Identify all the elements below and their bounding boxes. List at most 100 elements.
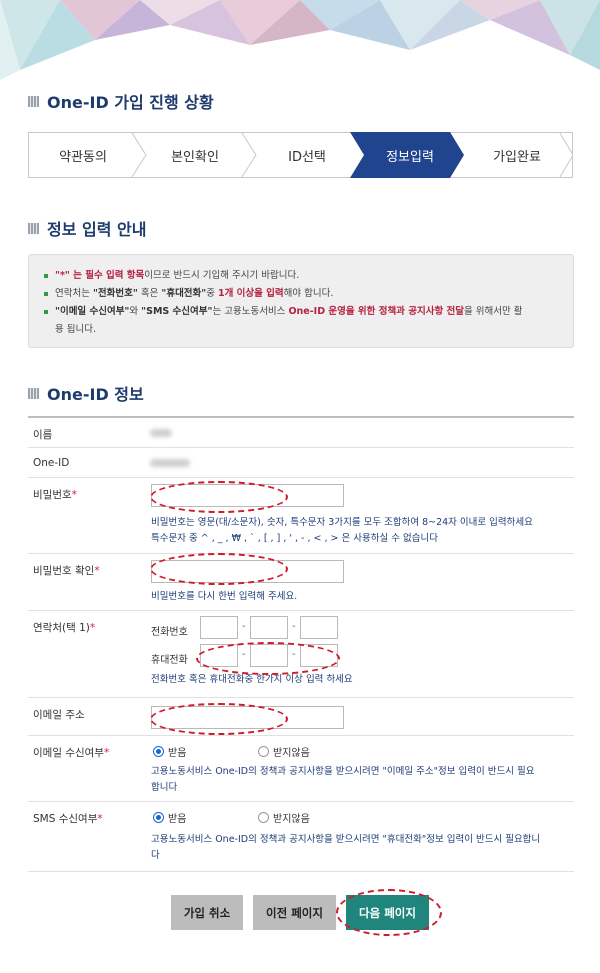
radio-checked-icon xyxy=(153,812,164,823)
password-confirm-help: 비밀번호를 다시 한번 입력해 주세요. xyxy=(151,591,298,602)
sms-not-receive-radio[interactable]: 받지않음 xyxy=(258,810,310,825)
guide-text: 이므로 반드시 기입해 주시기 바랍니다. xyxy=(144,270,300,281)
form-title: One-ID 정보 xyxy=(47,385,144,404)
guide-text: "SMS 수신여부" xyxy=(141,306,213,317)
guide-text: 용 됩니다. xyxy=(55,324,96,335)
radio-label: 받음 xyxy=(168,748,187,759)
dash-separator: - xyxy=(242,621,246,632)
required-mark: * xyxy=(97,813,103,825)
radio-label: 받지않음 xyxy=(273,814,310,825)
mobile-part3-input[interactable] xyxy=(300,644,338,667)
guide-text: 해야 합니다. xyxy=(283,288,334,299)
section-bullet-icon xyxy=(28,387,39,399)
contact-label: 연락처(택 1)* xyxy=(33,620,95,635)
phone-part3-input[interactable] xyxy=(300,616,338,639)
header-banner xyxy=(0,0,600,80)
sms-consent-label: SMS 수신여부* xyxy=(33,811,103,826)
password-input[interactable] xyxy=(151,484,344,507)
email-label: 이메일 주소 xyxy=(33,709,85,721)
name-value-blurred xyxy=(150,429,172,440)
step-label: 정보입력 xyxy=(386,149,434,165)
next-page-button[interactable]: 다음 페이지 xyxy=(346,895,429,930)
required-mark: * xyxy=(89,622,96,634)
email-receive-radio[interactable]: 받음 xyxy=(153,744,186,759)
step-id-select: ID선택 xyxy=(252,132,362,178)
email-row: 이메일 주소 xyxy=(28,698,574,736)
guide-text: 혹은 xyxy=(137,288,162,299)
phone-part1-input[interactable] xyxy=(200,616,238,639)
phone-part2-input[interactable] xyxy=(250,616,288,639)
step-info-input-active: 정보입력 xyxy=(358,132,462,178)
progress-title: One-ID 가입 진행 상황 xyxy=(47,93,214,112)
email-input[interactable] xyxy=(151,706,344,729)
help-line: 다 xyxy=(151,850,160,861)
progress-steps: 약관동의 본인확인 ID선택 정보입력 가입완료 xyxy=(28,132,573,178)
email-consent-row: 이메일 수신여부* 받음 받지않음 고용노동서비스 One-ID의 정책과 공지… xyxy=(28,736,574,802)
label-text: 이메일 수신여부 xyxy=(33,747,104,759)
email-not-receive-radio[interactable]: 받지않음 xyxy=(258,744,310,759)
name-row: 이름 xyxy=(28,418,574,448)
guide-text: "이메일 수신여부" xyxy=(55,306,130,317)
section-bullet-icon xyxy=(28,222,39,234)
radio-unchecked-icon xyxy=(258,746,269,757)
sms-receive-radio[interactable]: 받음 xyxy=(153,810,186,825)
help-line: 고용노동서비스 One-ID의 정책과 공지사항을 받으시려면 "휴대전화"정보… xyxy=(151,834,541,845)
radio-checked-icon xyxy=(153,746,164,757)
step-identity: 본인확인 xyxy=(140,132,250,178)
sms-consent-help: 고용노동서비스 One-ID의 정책과 공지사항을 받으시려면 "휴대전화"정보… xyxy=(151,832,540,864)
help-line: 특수문자 중 ^ , _ , ₩ , ` , [ , ] , ' , - , <… xyxy=(151,533,438,544)
label-text: 연락처(택 1) xyxy=(33,622,90,634)
oneid-label: One-ID xyxy=(33,457,70,469)
required-mark: * xyxy=(94,565,100,577)
dash-separator: - xyxy=(242,649,246,660)
guide-text: "*" 는 필수 입력 항목 xyxy=(55,270,145,281)
radio-label: 받지않음 xyxy=(273,748,310,759)
progress-section-title: One-ID 가입 진행 상황 xyxy=(28,89,214,113)
step-label: 가입완료 xyxy=(493,149,541,165)
mobile-part1-input[interactable] xyxy=(200,644,238,667)
guide-text: 는 고용노동서비스 xyxy=(212,306,289,317)
guide-text: 을 위해서만 활 xyxy=(463,306,523,317)
step-terms: 약관동의 xyxy=(28,132,138,178)
guide-text: 1개 이상을 입력 xyxy=(218,288,284,299)
dash-separator: - xyxy=(292,621,296,632)
guide-item: 연락처는 "전화번호" 혹은 "휴대전화"중 1개 이상을 입력해야 합니다. xyxy=(43,285,559,303)
step-complete: 가입완료 xyxy=(464,132,570,178)
contact-help: 전화번호 혹은 휴대전화중 한가지 이상 입력 하세요 xyxy=(151,674,353,685)
guide-text: 연락처는 xyxy=(55,288,93,299)
help-line: 고용노동서비스 One-ID의 정책과 공지사항을 받으시려면 "이메일 주소"… xyxy=(151,766,535,777)
guide-text: 와 xyxy=(129,306,142,317)
help-line: 비밀번호는 영문(대/소문자), 숫자, 특수문자 3가지를 모두 조합하여 8… xyxy=(151,517,533,528)
prev-page-button[interactable]: 이전 페이지 xyxy=(253,895,336,930)
email-consent-help: 고용노동서비스 One-ID의 정책과 공지사항을 받으시려면 "이메일 주소"… xyxy=(151,764,534,796)
password-confirm-row: 비밀번호 확인* 비밀번호를 다시 한번 입력해 주세요. xyxy=(28,554,574,611)
step-label: ID선택 xyxy=(288,149,326,165)
guide-text: "전화번호" xyxy=(92,288,138,299)
guide-section-title: 정보 입력 안내 xyxy=(28,216,146,240)
label-text: SMS 수신여부 xyxy=(33,813,98,825)
password-confirm-input[interactable] xyxy=(151,560,344,583)
dash-separator: - xyxy=(292,649,296,660)
form-section-title: One-ID 정보 xyxy=(28,381,144,405)
guide-text: "휴대전화" xyxy=(161,288,207,299)
name-label: 이름 xyxy=(33,429,53,441)
guide-item: "이메일 수신여부"와 "SMS 수신여부"는 고용노동서비스 One-ID 운… xyxy=(43,303,559,339)
required-mark: * xyxy=(71,489,77,501)
radio-label: 받음 xyxy=(168,814,187,825)
phone-label: 전화번호 xyxy=(151,627,188,638)
cancel-signup-button[interactable]: 가입 취소 xyxy=(171,895,243,930)
section-bullet-icon xyxy=(28,95,39,107)
guide-text: One-ID 운영을 위한 정책과 공지사항 전달 xyxy=(288,306,464,317)
guide-title: 정보 입력 안내 xyxy=(47,220,147,239)
help-line: 합니다 xyxy=(151,782,178,793)
label-text: 비밀번호 xyxy=(33,489,72,501)
password-confirm-label: 비밀번호 확인* xyxy=(33,563,100,578)
contact-row: 연락처(택 1)* 전화번호 - - 휴대전화 - - 전화번호 혹은 휴대전화… xyxy=(28,611,574,698)
password-label: 비밀번호* xyxy=(33,487,77,502)
guide-item: "*" 는 필수 입력 항목이므로 반드시 기입해 주시기 바랍니다. xyxy=(43,267,559,285)
radio-unchecked-icon xyxy=(258,812,269,823)
password-help: 비밀번호는 영문(대/소문자), 숫자, 특수문자 3가지를 모두 조합하여 8… xyxy=(151,515,533,547)
mobile-label: 휴대전화 xyxy=(151,655,188,666)
mobile-part2-input[interactable] xyxy=(250,644,288,667)
sms-consent-row: SMS 수신여부* 받음 받지않음 고용노동서비스 One-ID의 정책과 공지… xyxy=(28,802,574,872)
